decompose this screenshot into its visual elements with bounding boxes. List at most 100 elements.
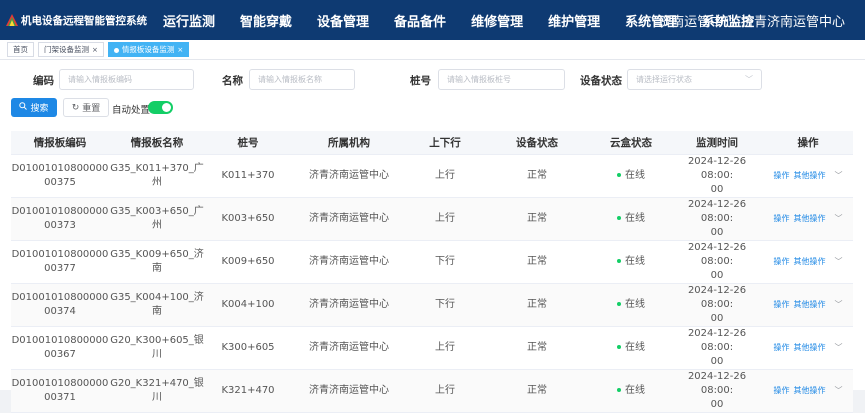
nav-item-device-mgmt[interactable]: 设备管理: [317, 11, 369, 30]
more-ops-link[interactable]: 其他操作: [794, 214, 826, 223]
cell-direction: 下行: [407, 240, 483, 284]
cell-text: 在线: [625, 341, 645, 353]
cell-text: 2024-12-26 08:00:: [687, 241, 747, 267]
chevron-down-icon[interactable]: ﹀: [835, 171, 843, 180]
more-ops-link[interactable]: 其他操作: [794, 386, 826, 395]
cell-text: 济青济南运管中心: [309, 384, 389, 396]
tab-home[interactable]: 首页: [7, 42, 34, 57]
more-ops-link[interactable]: 其他操作: [794, 257, 826, 266]
search-button[interactable]: 搜索: [11, 98, 57, 117]
online-dot-icon: [617, 301, 621, 306]
tab-board-monitor[interactable]: 情报板设备监测 ×: [107, 42, 190, 57]
cell-code: D01001010800000 00377: [11, 240, 109, 284]
col-header-pile: 桩号: [205, 131, 291, 155]
operate-link[interactable]: 操作: [774, 214, 790, 223]
cell-text: K009+650: [221, 255, 275, 267]
cell-pile: K321+470: [205, 369, 291, 413]
cell-text: 济青济南运管中心: [309, 212, 389, 224]
nav-item-repair-mgmt[interactable]: 维修管理: [471, 11, 523, 30]
code-input[interactable]: 请输入情报板编码: [59, 69, 194, 90]
cell-text: 00: [710, 398, 724, 410]
cell-code: D01001010800000 00375: [11, 154, 109, 198]
app-title: 机电设备远程智能管控系统: [21, 14, 147, 27]
logo-icon: [6, 14, 18, 26]
cell-ops: 操作 其他操作 ﹀: [763, 369, 853, 413]
cell-text: K300+605: [221, 341, 275, 353]
cell-text: 南: [152, 305, 162, 317]
cell-ops: 操作 其他操作 ﹀: [763, 154, 853, 198]
cell-text: 济青济南运管中心: [309, 169, 389, 181]
cell-org: 济青济南运管中心: [291, 369, 407, 413]
cell-ops: 操作 其他操作 ﹀: [763, 197, 853, 241]
more-ops-link[interactable]: 其他操作: [794, 300, 826, 309]
cell-cloud: 在线: [591, 197, 671, 241]
status-select[interactable]: 请选择运行状态 ﹀: [627, 69, 762, 90]
table-row: D01001010800000 00374 G35_K004+100_济南 K00…: [11, 283, 853, 327]
chevron-down-icon[interactable]: ﹀: [835, 386, 843, 395]
close-icon[interactable]: ×: [177, 46, 183, 54]
cell-text: 00: [710, 269, 724, 281]
cell-ops: 操作 其他操作 ﹀: [763, 326, 853, 370]
nav-item-spare-parts[interactable]: 备品备件: [394, 11, 446, 30]
tab-gantry-monitor[interactable]: 门架设备监测 ×: [38, 42, 104, 57]
nav-item-maintenance-mgmt[interactable]: 维护管理: [548, 11, 600, 30]
operate-link[interactable]: 操作: [774, 171, 790, 180]
cell-code: D01001010800000 00374: [11, 283, 109, 327]
table-row: D01001010800000 00373 G35_K003+650_广州 K00…: [11, 197, 853, 241]
cell-text: 00: [710, 312, 724, 324]
more-ops-link[interactable]: 其他操作: [794, 171, 826, 180]
more-ops-link[interactable]: 其他操作: [794, 343, 826, 352]
cell-name: G35_K009+650_济南: [109, 240, 205, 284]
cell-text: K011+370: [221, 169, 275, 181]
cell-text: 00: [710, 183, 724, 195]
nav-item-run-monitor[interactable]: 运行监测: [163, 11, 215, 30]
cell-pile: K003+650: [205, 197, 291, 241]
cell-name: G35_K011+370_广州: [109, 154, 205, 198]
operate-link[interactable]: 操作: [774, 386, 790, 395]
board-table: 情报板编码 情报板名称 桩号 所属机构 上下行 设备状态 云盒状态 监测时间 操…: [11, 131, 853, 413]
chevron-down-icon[interactable]: ﹀: [835, 300, 843, 309]
reset-button[interactable]: ↻ 重置: [63, 98, 109, 117]
cell-text: 上行: [435, 384, 455, 396]
cell-text: 正常: [527, 169, 547, 181]
name-label: 名称: [222, 75, 243, 87]
col-header-status: 设备状态: [483, 131, 591, 155]
cell-text: 州: [152, 219, 162, 231]
auto-dispose-toggle[interactable]: [148, 101, 173, 114]
cell-text: G35_K009+650_济: [110, 248, 204, 260]
name-input[interactable]: 请输入情报板名称: [249, 69, 355, 90]
active-dot-icon: [113, 47, 119, 53]
pile-input[interactable]: 请输入情报板桩号: [438, 69, 565, 90]
table-row: D01001010800000 00371 G20_K321+470_银川 K32…: [11, 369, 853, 413]
nav-item-smart-wear[interactable]: 智能穿戴: [240, 11, 292, 30]
operate-link[interactable]: 操作: [774, 257, 790, 266]
table-row: D01001010800000 00375 G35_K011+370_广州 K01…: [11, 154, 853, 198]
cell-status: 正常: [483, 154, 591, 198]
cell-text: 正常: [527, 298, 547, 310]
online-dot-icon: [617, 258, 621, 263]
cell-time: 2024-12-26 08:00: 00: [671, 283, 763, 327]
cell-time: 2024-12-26 08:00: 00: [671, 154, 763, 198]
table-row: D01001010800000 00377 G35_K009+650_济南 K00…: [11, 240, 853, 284]
cell-text: D01001010800000: [11, 291, 109, 303]
cell-pile: K011+370: [205, 154, 291, 198]
close-icon[interactable]: ×: [92, 46, 98, 54]
chevron-down-icon[interactable]: ﹀: [835, 214, 843, 223]
cell-name: G35_K004+100_济南: [109, 283, 205, 327]
chevron-down-icon[interactable]: ﹀: [835, 257, 843, 266]
page-tabs: 首页 门架设备监测 × 情报板设备监测 ×: [0, 40, 865, 60]
col-header-code: 情报板编码: [11, 131, 109, 155]
operate-link[interactable]: 操作: [774, 343, 790, 352]
cell-text: 00: [710, 355, 724, 367]
cell-direction: 上行: [407, 197, 483, 241]
cell-text: 2024-12-26 08:00:: [687, 198, 747, 224]
cell-text: 川: [152, 348, 162, 360]
chevron-down-icon[interactable]: ﹀: [835, 343, 843, 352]
operate-link[interactable]: 操作: [774, 300, 790, 309]
org-selector[interactable]: 济南运管中心-济青济南运管中心: [658, 11, 845, 30]
col-header-direction: 上下行: [407, 131, 483, 155]
cell-text: 00367: [44, 348, 76, 360]
cell-text: G35_K011+370_广: [110, 162, 204, 174]
cell-text: D01001010800000: [11, 377, 109, 389]
table-row: D01001010800000 00367 G20_K300+605_银川 K30…: [11, 326, 853, 370]
